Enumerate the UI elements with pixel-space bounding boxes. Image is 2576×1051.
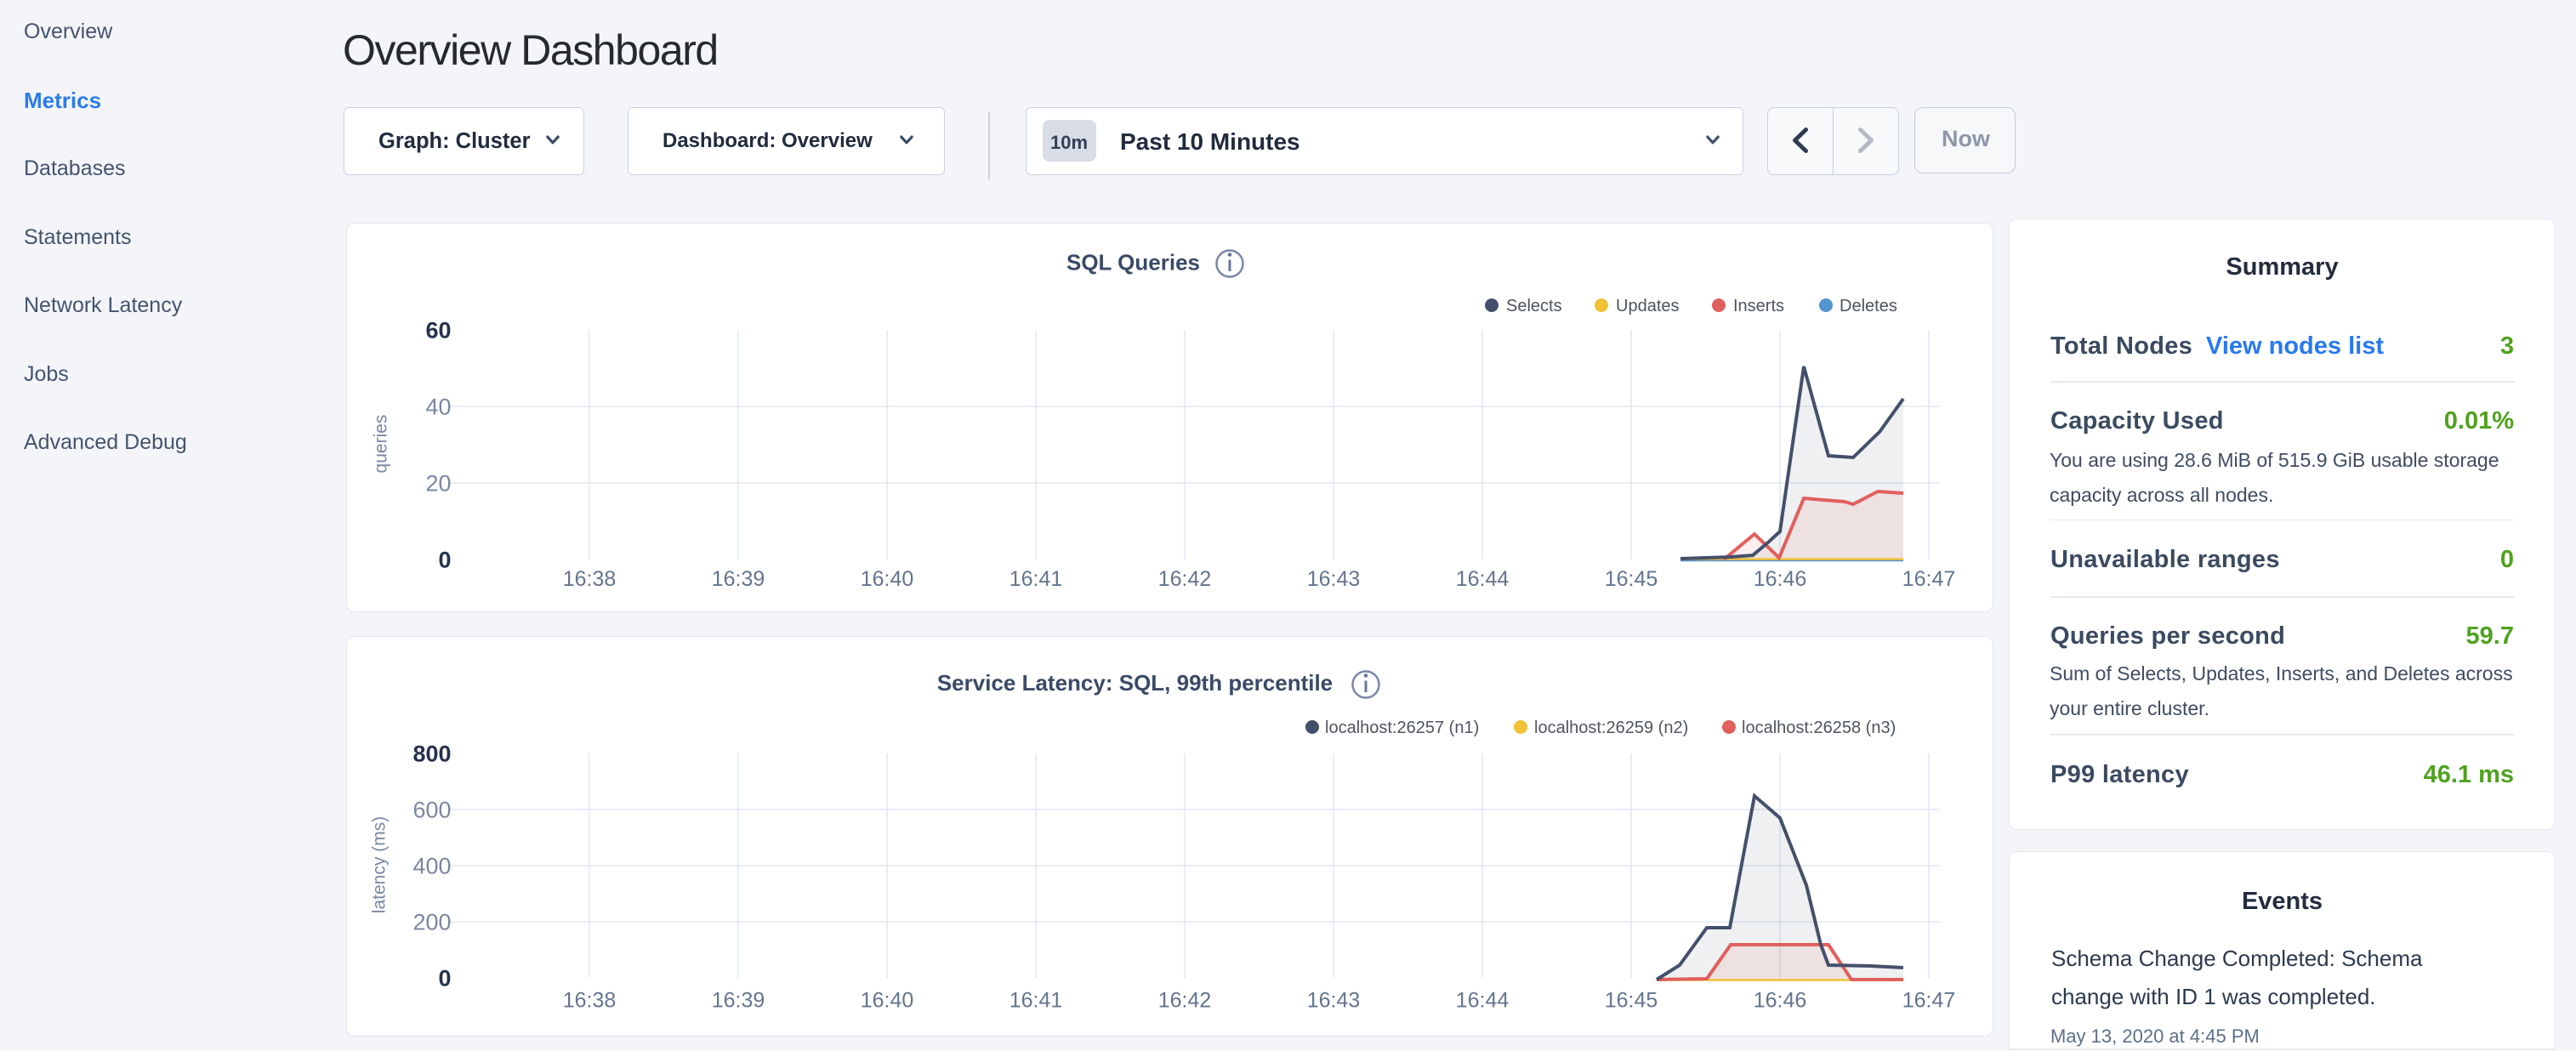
svg-text:0: 0	[438, 966, 451, 991]
svg-text:16:44: 16:44	[1456, 989, 1510, 1013]
svg-text:16:47: 16:47	[1902, 567, 1956, 591]
svg-text:16:45: 16:45	[1605, 567, 1658, 591]
svg-text:16:46: 16:46	[1754, 989, 1807, 1013]
svg-text:16:42: 16:42	[1158, 567, 1212, 591]
svg-text:16:39: 16:39	[712, 989, 765, 1013]
svg-text:localhost:26257 (n1): localhost:26257 (n1)	[1325, 719, 1479, 737]
svg-text:16:39: 16:39	[712, 567, 765, 591]
svg-text:40: 40	[425, 395, 451, 420]
svg-text:16:46: 16:46	[1754, 567, 1807, 591]
svg-text:16:47: 16:47	[1902, 989, 1956, 1013]
svg-text:Inserts: Inserts	[1733, 297, 1784, 315]
svg-text:16:38: 16:38	[563, 567, 617, 591]
svg-text:localhost:26258 (n3): localhost:26258 (n3)	[1742, 719, 1896, 737]
svg-text:SQL Queries: SQL Queries	[1066, 250, 1200, 276]
svg-text:latency (ms): latency (ms)	[370, 816, 390, 913]
svg-text:16:40: 16:40	[861, 567, 914, 591]
svg-text:16:43: 16:43	[1307, 567, 1361, 591]
svg-text:16:41: 16:41	[1009, 567, 1063, 591]
svg-text:20: 20	[425, 471, 451, 497]
svg-text:16:41: 16:41	[1009, 989, 1063, 1013]
svg-text:0: 0	[438, 548, 451, 573]
svg-text:600: 600	[412, 798, 451, 823]
svg-text:localhost:26259 (n2): localhost:26259 (n2)	[1534, 719, 1688, 737]
svg-text:60: 60	[425, 318, 451, 344]
svg-text:16:38: 16:38	[563, 989, 617, 1013]
svg-text:400: 400	[412, 854, 451, 879]
svg-text:Updates: Updates	[1616, 297, 1680, 315]
svg-text:16:44: 16:44	[1456, 567, 1510, 591]
svg-text:16:45: 16:45	[1605, 989, 1658, 1013]
svg-text:16:40: 16:40	[861, 989, 914, 1013]
svg-text:Service Latency: SQL, 99th per: Service Latency: SQL, 99th percentile	[937, 670, 1333, 696]
svg-text:200: 200	[412, 910, 451, 935]
svg-text:16:43: 16:43	[1307, 989, 1361, 1013]
svg-text:Selects: Selects	[1506, 297, 1562, 315]
svg-text:Deletes: Deletes	[1840, 297, 1897, 315]
svg-text:16:42: 16:42	[1158, 989, 1212, 1013]
svg-text:800: 800	[412, 741, 451, 767]
svg-text:queries: queries	[372, 415, 391, 474]
